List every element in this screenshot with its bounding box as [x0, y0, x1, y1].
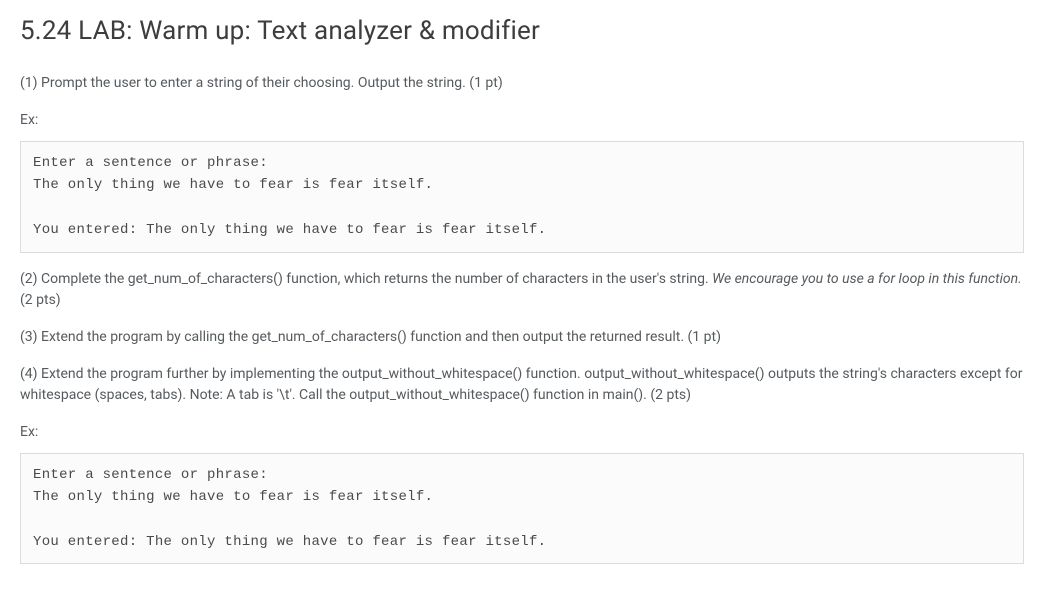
example-output-1: Enter a sentence or phrase: The only thi… — [20, 141, 1024, 253]
example-label-2: Ex: — [20, 422, 1024, 443]
step-2-text: (2) Complete the get_num_of_characters()… — [20, 269, 1024, 311]
step-2-part-b: (2 pts) — [20, 292, 61, 308]
step-2-italic: We encourage you to use a for loop in th… — [712, 271, 1022, 287]
step-1-text: (1) Prompt the user to enter a string of… — [20, 73, 1024, 94]
example-label-1: Ex: — [20, 110, 1024, 131]
step-3-text: (3) Extend the program by calling the ge… — [20, 327, 1024, 348]
step-4-text: (4) Extend the program further by implem… — [20, 364, 1024, 406]
step-2-part-a: (2) Complete the get_num_of_characters()… — [20, 271, 712, 287]
example-output-2: Enter a sentence or phrase: The only thi… — [20, 453, 1024, 565]
lab-title: 5.24 LAB: Warm up: Text analyzer & modif… — [20, 12, 1024, 51]
